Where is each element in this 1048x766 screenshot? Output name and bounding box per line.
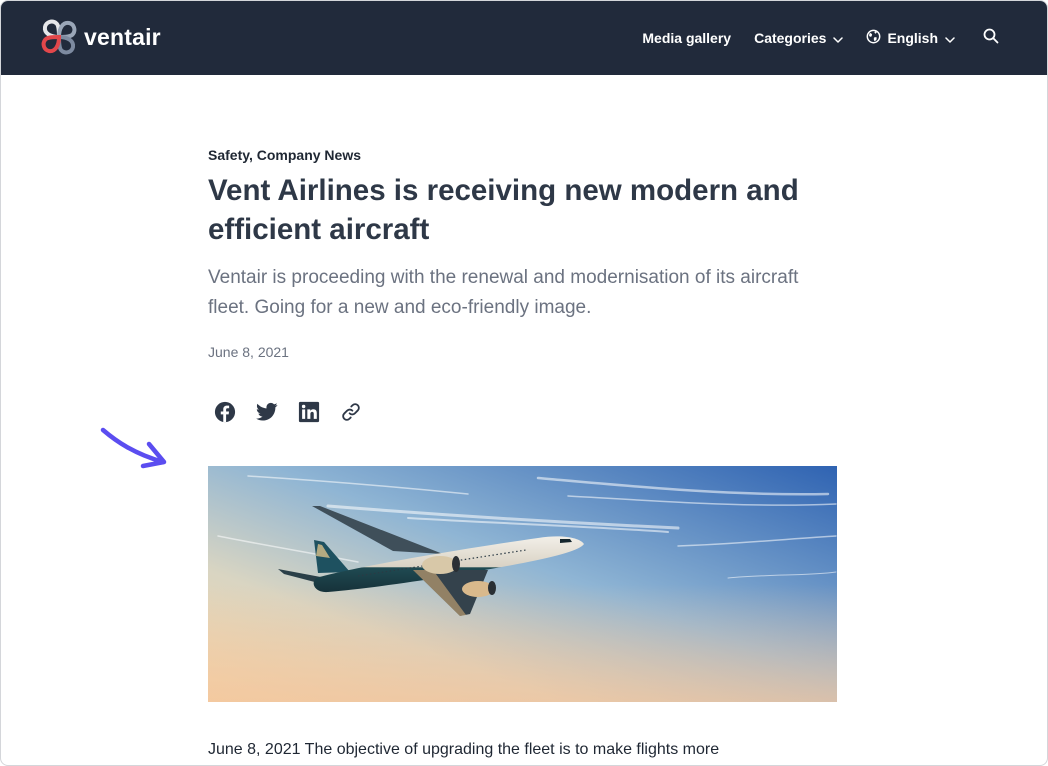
main-nav: Media gallery Categories English [619, 1, 999, 75]
nav-media-gallery[interactable]: Media gallery [642, 30, 731, 46]
chevron-down-icon [833, 30, 844, 46]
facebook-icon [214, 401, 236, 428]
search-button[interactable] [983, 28, 999, 49]
share-linkedin-button[interactable] [297, 401, 321, 428]
search-icon [983, 28, 999, 49]
site-header: ventair Media gallery Categories English [1, 1, 1047, 75]
annotation-arrow-icon [99, 426, 171, 475]
logo-icon [40, 17, 78, 57]
share-twitter-button[interactable] [255, 402, 279, 426]
article-subtitle: Ventair is proceeding with the renewal a… [208, 267, 799, 318]
browser-frame: ventair Media gallery Categories English… [0, 0, 1048, 766]
nav-media-gallery-label: Media gallery [642, 30, 732, 46]
link-icon [340, 401, 362, 428]
article-categories[interactable]: Safety, Company News [208, 147, 361, 163]
article-body-first-line: June 8, 2021 The objective of upgrading … [208, 741, 720, 758]
brand-name: ventair [84, 23, 161, 50]
share-bar [213, 401, 381, 428]
article-title: Vent Airlines is receiving new modern an… [208, 174, 799, 246]
brand-logo[interactable]: ventair [40, 17, 161, 57]
article-date: June 8, 2021 [208, 344, 289, 360]
linkedin-icon [298, 401, 320, 428]
globe-icon [866, 29, 881, 47]
copy-link-button[interactable] [339, 402, 363, 426]
article-hero-image [208, 466, 837, 702]
share-facebook-button[interactable] [213, 401, 237, 428]
twitter-icon [256, 402, 278, 427]
chevron-down-icon [945, 30, 955, 46]
nav-categories-dropdown[interactable]: Categories [754, 30, 844, 46]
language-label: English [887, 30, 938, 46]
nav-categories-label: Categories [754, 30, 827, 46]
language-selector[interactable]: English [866, 29, 955, 47]
